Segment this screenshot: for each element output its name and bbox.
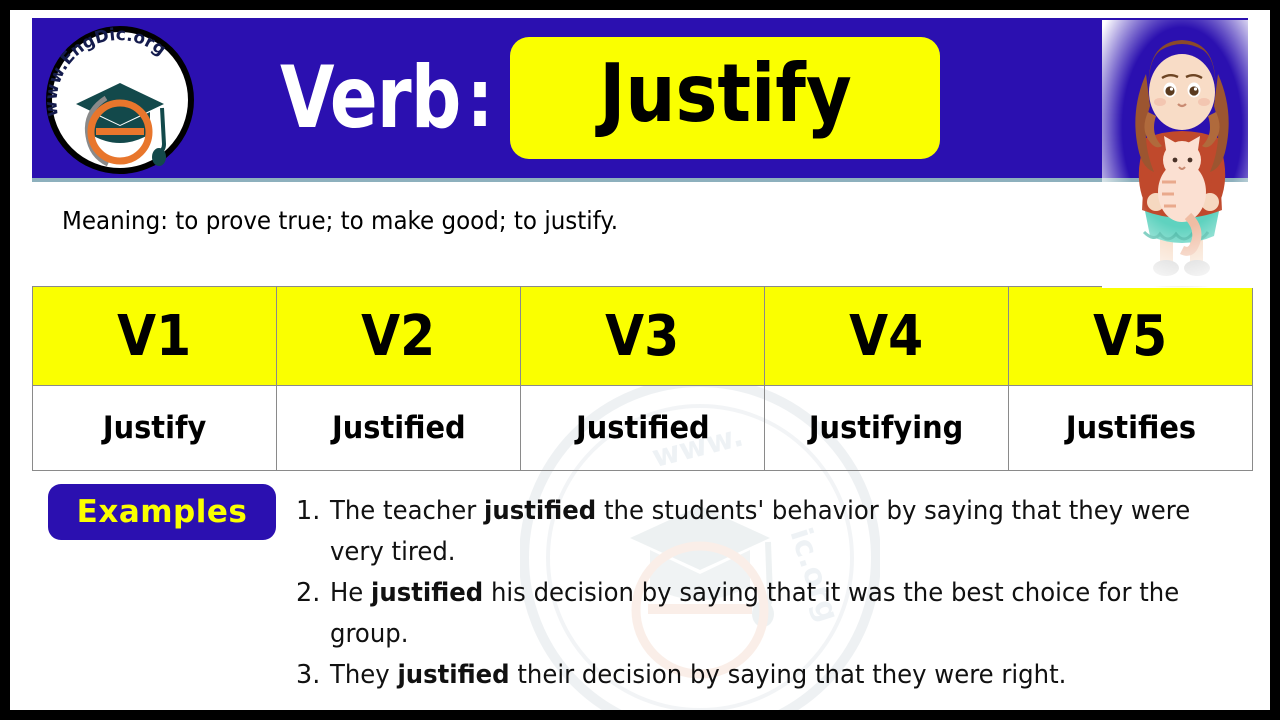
poster-sheet: www. ic.org www.EngDic.org bbox=[10, 10, 1270, 710]
headword-box: Justify bbox=[510, 37, 941, 159]
verb-form-v4: Justifying bbox=[764, 385, 1009, 471]
header-label-v2: V2 bbox=[361, 303, 436, 369]
list-item-text: They justified their decision by saying … bbox=[330, 660, 1067, 690]
examples-list: 1. The teacher justified the students' be… bbox=[296, 491, 1256, 696]
engdic-logo: www.EngDic.org bbox=[41, 25, 194, 174]
verb-form-label-v1: Justify bbox=[102, 410, 207, 446]
list-item-text: He justified his decision by saying that… bbox=[330, 578, 1180, 649]
table-header-v1: V1 bbox=[32, 286, 277, 386]
verb-form-v2: Justified bbox=[276, 385, 521, 471]
header-label-v5: V5 bbox=[1093, 303, 1168, 369]
verb-form-v1: Justify bbox=[32, 385, 277, 471]
table-header-v3: V3 bbox=[520, 286, 765, 386]
table-header-v5: V5 bbox=[1008, 286, 1253, 386]
part-of-speech-label: Verb bbox=[280, 48, 461, 148]
verb-form-label-v5: Justifies bbox=[1065, 410, 1196, 446]
header-label-v1: V1 bbox=[117, 303, 192, 369]
list-item: 1. The teacher justified the students' be… bbox=[296, 491, 1256, 573]
header-label-v3: V3 bbox=[605, 303, 680, 369]
table-header-row: V1 V2 V3 V4 V5 bbox=[32, 286, 1253, 386]
examples-badge: Examples bbox=[48, 484, 276, 540]
highlighted-verb: justified bbox=[397, 660, 510, 690]
list-item: 2. He justified his decision by saying th… bbox=[296, 573, 1256, 655]
girl-holding-cat-illustration bbox=[1102, 20, 1262, 288]
verb-form-label-v4: Justifying bbox=[809, 410, 964, 446]
title-row: Verb : Justify bbox=[280, 24, 941, 172]
verb-form-v3: Justified bbox=[520, 385, 765, 471]
poster-frame: www. ic.org www.EngDic.org bbox=[0, 0, 1280, 720]
verb-form-v5: Justifies bbox=[1008, 385, 1253, 471]
highlighted-verb: justified bbox=[371, 578, 484, 608]
list-item-number: 2. bbox=[296, 578, 321, 608]
highlighted-verb: justified bbox=[484, 496, 597, 526]
title-colon: : bbox=[467, 51, 494, 145]
list-item-number: 1. bbox=[296, 496, 321, 526]
meaning-line: Meaning: to prove true; to make good; to… bbox=[62, 206, 619, 235]
list-item: 3. They justified their decision by sayin… bbox=[296, 655, 1256, 696]
list-item-text: The teacher justified the students' beha… bbox=[330, 496, 1191, 567]
verb-form-label-v2: Justified bbox=[331, 410, 466, 446]
examples-badge-label: Examples bbox=[76, 494, 248, 530]
list-item-number: 3. bbox=[296, 660, 321, 690]
table-header-v4: V4 bbox=[764, 286, 1009, 386]
table-header-v2: V2 bbox=[276, 286, 521, 386]
headword-text: Justify bbox=[598, 47, 852, 140]
verb-form-label-v3: Justified bbox=[575, 410, 710, 446]
header-label-v4: V4 bbox=[849, 303, 924, 369]
table-row: Justify Justified Justified Justifying J… bbox=[32, 385, 1253, 471]
verb-forms-table: V1 V2 V3 V4 V5 Justify Justified Justifi… bbox=[32, 286, 1253, 471]
